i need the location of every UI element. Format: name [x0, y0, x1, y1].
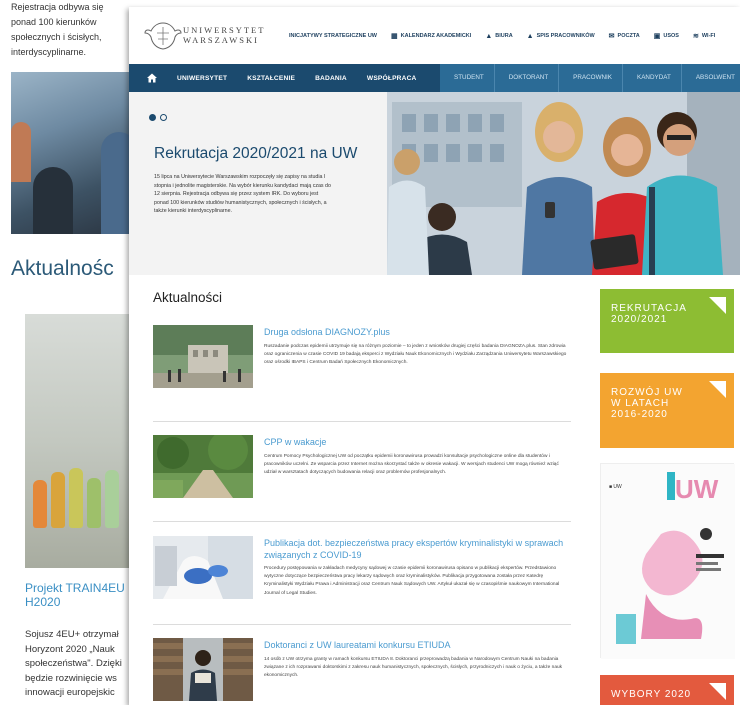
event-poster[interactable]: ■ UW UW: [600, 463, 735, 659]
sidebar: REKRUTACJA 2020/2021 ROZWÓJ UW W LATACH …: [588, 275, 740, 705]
top-link-offices[interactable]: ▲ BIURA: [485, 33, 512, 40]
news-thumbnail-park[interactable]: [153, 430, 253, 498]
slider-dot-active[interactable]: [149, 114, 156, 121]
nav-item-doctoral[interactable]: DOKTORANT: [495, 64, 560, 92]
news-thumbnail-campus[interactable]: [153, 325, 253, 388]
top-link-label: INICJATYWY STRATEGICZNE UW: [289, 33, 377, 39]
top-link-staff[interactable]: ▲ SPIS PRACOWNIKÓW: [527, 33, 595, 40]
nav-item-education[interactable]: KSZTAŁCENIE: [247, 75, 295, 82]
intro-line: społecznych i ścisłych,: [11, 32, 102, 42]
nav-item-cooperation[interactable]: WSPÓŁPRACA: [367, 75, 417, 82]
top-link-wifi[interactable]: ≋ WI-FI: [693, 32, 715, 40]
nav-item-student[interactable]: STUDENT: [440, 64, 495, 92]
nav-item-alumni[interactable]: ABSOLWENT: [682, 64, 740, 92]
poster-title-text: UW: [675, 474, 719, 504]
top-link-mail[interactable]: ✉ POCZTA: [609, 32, 640, 40]
corner-arrow-icon: [709, 381, 726, 398]
news-item: Druga odsłona DIAGNOZY.plus Ruszadanie p…: [153, 317, 573, 409]
nav-item-employee[interactable]: PRACOWNIK: [559, 64, 624, 92]
background-news-heading: Aktualnośc: [11, 257, 114, 280]
poster-illustration: ■ UW UW: [601, 464, 735, 659]
usos-icon: ▣: [653, 33, 661, 40]
top-link-usos[interactable]: ▣ USOS: [654, 32, 679, 40]
news-heading: Aktualności: [153, 290, 223, 305]
news-item: Doktoranci z UW laureatami konkursu ETIU…: [153, 630, 573, 705]
top-link-label: USOS: [663, 33, 679, 39]
tile-label: ROZWÓJ UW W LATACH 2016-2020: [611, 387, 683, 420]
background-intro-text: Rejestracja odbywa się ponad 100 kierunk…: [11, 0, 139, 60]
news-title[interactable]: CPP w wakacje: [264, 437, 564, 449]
top-bar: UNIWERSYTET WARSZAWSKI INICJATYWY STRATE…: [129, 7, 740, 64]
corner-arrow-icon: [709, 297, 726, 314]
development-tile[interactable]: ROZWÓJ UW W LATACH 2016-2020: [600, 373, 734, 448]
news-thumbnail-lab[interactable]: [153, 536, 253, 599]
news-title[interactable]: Publikacja dot. bezpieczeństwa pracy eks…: [264, 538, 564, 561]
news-excerpt: Ruszadanie podczas epidemii utrzymuje si…: [264, 344, 567, 366]
logo-name: UNIWERSYTET WARSZAWSKI: [183, 25, 266, 45]
top-links: INICJATYWY STRATEGICZNE UW ▦ KALENDARZ AK…: [289, 29, 715, 43]
news-item: CPP w wakacje Centrum Pomocy Psychologic…: [153, 427, 573, 519]
nav-item-university[interactable]: UNIWERSYTET: [177, 75, 227, 82]
mail-icon: ✉: [608, 33, 615, 40]
background-hero-photo: [11, 72, 137, 234]
news-thumbnail-library[interactable]: [153, 638, 253, 701]
main-navigation: UNIWERSYTET KSZTAŁCENIE BADANIA WSPÓŁPRA…: [129, 64, 740, 92]
primary-nav-items: UNIWERSYTET KSZTAŁCENIE BADANIA WSPÓŁPRA…: [177, 64, 437, 92]
news-excerpt: Centrum Pomocy Psychologicznej UW od poc…: [264, 454, 559, 476]
news-divider: [153, 624, 571, 625]
wifi-icon: ≋: [692, 33, 699, 40]
top-link-label: BIURA: [495, 33, 513, 39]
news-title[interactable]: Druga odsłona DIAGNOZY.plus: [264, 327, 564, 339]
top-link-label: SPIS PRACOWNIKÓW: [536, 33, 595, 39]
desktop-page: UNIWERSYTET WARSZAWSKI INICJATYWY STRATE…: [129, 7, 740, 705]
top-link-label: KALENDARZ AKADEMICKI: [400, 33, 472, 39]
corner-arrow-icon: [709, 683, 726, 700]
news-divider: [153, 521, 571, 522]
calendar-icon: ▦: [391, 33, 398, 40]
nav-item-candidate[interactable]: KANDYDAT: [623, 64, 682, 92]
news-title[interactable]: Doktoranci z UW laureatami konkursu ETIU…: [264, 640, 564, 652]
news-excerpt: 14 osób z UW otrzyma granty w ramach kon…: [264, 657, 563, 679]
home-icon[interactable]: [146, 72, 158, 84]
news-divider: [153, 421, 571, 422]
news-excerpt: Procedury postępowania w zakładach medyc…: [264, 566, 560, 596]
intro-line: Rejestracja odbywa się: [11, 2, 104, 12]
top-link-strategic[interactable]: INICJATYWY STRATEGICZNE UW: [289, 33, 377, 39]
hero-description: 15 lipca na Uniwersytecie Warszawskim ro…: [154, 174, 331, 214]
hero-title[interactable]: Rekrutacja 2020/2021 na UW: [154, 145, 357, 163]
hero-students-photo: [387, 92, 740, 275]
person-icon: ▲: [526, 32, 534, 40]
hero-slider: Rekrutacja 2020/2021 na UW 15 lipca na U…: [129, 92, 740, 275]
news-item: Publikacja dot. bezpieczeństwa pracy eks…: [153, 528, 573, 620]
intro-line: ponad 100 kierunków: [11, 17, 97, 27]
secondary-nav: STUDENT DOKTORANT PRACOWNIK KANDYDAT ABS…: [440, 64, 740, 92]
nav-item-research[interactable]: BADANIA: [315, 75, 347, 82]
intro-line: interdyscyplinarne.: [11, 47, 87, 57]
students-illustration: [387, 92, 740, 275]
slider-dots: [149, 114, 167, 121]
top-link-label: POCZTA: [617, 33, 640, 39]
eagle-crest-icon: [144, 22, 182, 50]
slider-dot[interactable]: [160, 114, 167, 121]
hero-text-panel: Rekrutacja 2020/2021 na UW 15 lipca na U…: [129, 92, 389, 275]
background-news-link[interactable]: Projekt TRAIN4EU H2020: [25, 581, 137, 609]
background-lab-photo: [25, 314, 137, 568]
background-news-paragraph: Sojusz 4EU+ otrzymał Horyzont 2020 „Nauk…: [25, 629, 122, 698]
top-link-calendar[interactable]: ▦ KALENDARZ AKADEMICKI: [391, 32, 471, 40]
university-logo[interactable]: UNIWERSYTET WARSZAWSKI: [143, 19, 263, 53]
tile-label: REKRUTACJA 2020/2021: [611, 303, 687, 325]
tile-label: WYBORY 2020: [611, 689, 692, 700]
recruitment-tile[interactable]: REKRUTACJA 2020/2021: [600, 289, 734, 353]
top-link-label: WI-FI: [701, 33, 716, 39]
office-icon: ▲: [485, 32, 493, 40]
news-section: Aktualności Druga odsłona DIAGNOZY.plus …: [129, 275, 588, 705]
elections-tile[interactable]: WYBORY 2020: [600, 675, 734, 705]
poster-logo-text: ■ UW: [609, 484, 622, 490]
